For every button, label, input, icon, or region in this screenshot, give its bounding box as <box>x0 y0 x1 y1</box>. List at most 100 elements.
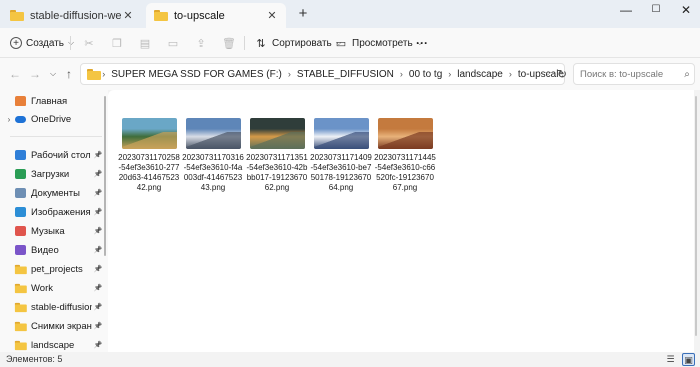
sidebar-item-документы[interactable]: Документы 📌 <box>0 184 104 202</box>
clipboard-icon: ▤ <box>139 37 151 50</box>
image-thumbnail <box>249 118 305 149</box>
sidebar-item-музыка[interactable]: Музыка 📌 <box>0 222 104 240</box>
breadcrumb-separator-icon: › <box>448 69 452 79</box>
maximize-button[interactable]: ☐ <box>642 0 670 20</box>
image-thumbnail <box>377 118 433 149</box>
close-window-button[interactable]: ✕ <box>672 0 700 20</box>
sidebar-item-work[interactable]: Work 📌 <box>0 279 104 297</box>
sidebar-item-label: landscape <box>31 339 75 351</box>
sidebar-item-onedrive[interactable]: › OneDrive <box>0 110 104 128</box>
content-scrollbar[interactable] <box>694 92 698 350</box>
desktop-icon <box>14 149 26 161</box>
file-name: 20230731171409-54ef3e3610-be750178-19123… <box>310 153 372 192</box>
breadcrumb-item[interactable]: STABLE_DIFFUSION <box>297 69 394 80</box>
sort-label: Сортировать <box>272 37 332 49</box>
folder-icon <box>87 68 102 80</box>
file-item[interactable]: 20230731170316-54ef3e3610-f4a003df-41467… <box>182 118 244 193</box>
search-placeholder: Поиск в: to-upscale <box>580 68 664 80</box>
sidebar-divider <box>10 136 102 137</box>
folder-icon <box>14 282 27 294</box>
breadcrumb-separator-icon: › <box>287 69 291 79</box>
cut-button[interactable]: ✂ <box>82 34 100 52</box>
up-arrow-icon[interactable]: ↑ <box>62 67 76 81</box>
sidebar-item-label: Главная <box>31 95 68 107</box>
breadcrumb-separator-icon: › <box>102 69 106 79</box>
video-icon <box>14 244 26 256</box>
breadcrumb-item[interactable]: SUPER MEGA SSD FOR GAMES (F:) <box>111 69 282 80</box>
sidebar-item-рабочий-стол[interactable]: Рабочий стол 📌 <box>0 146 104 164</box>
status-bar: Элементов: 5 ☰ ▣ <box>0 352 700 367</box>
share-button[interactable]: ⇪ <box>194 34 212 52</box>
scroll-thumb[interactable] <box>695 96 697 336</box>
new-tab-button[interactable]: + <box>294 6 312 24</box>
more-options-button[interactable]: ··· <box>416 34 428 52</box>
folder-icon <box>14 320 27 332</box>
view-icon: ▭ <box>335 37 347 50</box>
sidebar-item-label: Музыка <box>31 225 65 237</box>
breadcrumb-item[interactable]: landscape <box>457 69 503 80</box>
create-button[interactable]: + Создать ⌵ <box>10 34 74 52</box>
item-count: Элементов: 5 <box>6 354 63 364</box>
file-item[interactable]: 20230731171445-54ef3e3610-c66520fc-19123… <box>374 118 436 193</box>
sidebar-item-label: Изображения <box>31 206 91 218</box>
sidebar-item-видео[interactable]: Видео 📌 <box>0 241 104 259</box>
sidebar-item-label: stable-diffusion-w... <box>31 301 92 313</box>
chevron-down-icon: ⌵ <box>68 38 75 47</box>
sidebar-scrollbar[interactable] <box>103 92 107 350</box>
sort-icon: ⇅ <box>256 37 266 50</box>
image-thumbnail <box>313 118 369 149</box>
scroll-thumb[interactable] <box>104 96 106 256</box>
tab-strip: stable-diffusion-webui-xl ✕ to-upscale ✕… <box>0 0 700 28</box>
address-history-chevron-icon[interactable]: ⌵ <box>545 68 551 78</box>
sort-button[interactable]: ⇅ Сортировать ⌵ <box>254 34 341 52</box>
view-label: Просмотреть <box>352 37 413 49</box>
recent-chevron-icon[interactable]: ⌵ <box>46 67 60 81</box>
create-label: Создать <box>26 37 65 49</box>
paste-button[interactable]: ▤ <box>138 34 156 52</box>
back-arrow-icon[interactable]: ← <box>8 67 22 81</box>
refresh-icon[interactable]: ↻ <box>557 67 567 81</box>
details-view-icon[interactable]: ☰ <box>664 353 677 366</box>
minimize-button[interactable]: — <box>612 0 640 20</box>
cloud-icon <box>14 113 26 125</box>
expand-chevron-icon[interactable]: › <box>4 115 14 124</box>
tab-label: stable-diffusion-webui-xl <box>30 9 122 22</box>
folder-icon <box>14 339 27 351</box>
home-icon <box>14 95 26 107</box>
large-icons-view-icon[interactable]: ▣ <box>682 353 695 366</box>
tab-stable-diffusion-webui-xl[interactable]: stable-diffusion-webui-xl ✕ <box>2 3 142 28</box>
navigation-pane: Главная › OneDrive Рабочий стол 📌 Загрузки… <box>0 90 108 352</box>
documents-icon <box>14 187 26 199</box>
folder-icon <box>154 10 168 21</box>
search-box[interactable]: Поиск в: to-upscale ⌕ <box>573 63 695 85</box>
toolbar-divider <box>70 36 71 50</box>
scissors-icon: ✂ <box>84 37 94 50</box>
folder-icon <box>14 301 27 313</box>
view-button[interactable]: ▭ Просмотреть ⌵ <box>334 34 423 52</box>
file-item[interactable]: 20230731171409-54ef3e3610-be750178-19123… <box>310 118 372 193</box>
sidebar-item-home[interactable]: Главная <box>0 92 104 110</box>
file-name: 20230731170316-54ef3e3610-f4a003df-41467… <box>182 153 244 192</box>
sidebar-item-pet-projects[interactable]: pet_projects 📌 <box>0 260 104 278</box>
address-bar[interactable]: › SUPER MEGA SSD FOR GAMES (F:) › STABLE… <box>80 63 565 85</box>
tab-close-icon[interactable]: ✕ <box>266 9 278 22</box>
rename-button[interactable]: ▭ <box>166 34 184 52</box>
trash-icon: 🗑 <box>222 37 236 50</box>
sidebar-item-label: Видео <box>31 244 59 256</box>
delete-button[interactable]: 🗑 <box>222 34 240 52</box>
forward-arrow-icon[interactable]: → <box>28 67 42 81</box>
file-item[interactable]: 20230731171351-54ef3e3610-42bbb017-19123… <box>246 118 308 193</box>
file-name: 20230731170258-54ef3e3610-27720d63-41467… <box>118 153 180 192</box>
rename-icon: ▭ <box>167 37 179 50</box>
downloads-icon <box>14 168 26 180</box>
copy-button[interactable]: ❐ <box>110 34 128 52</box>
breadcrumb-item[interactable]: 00 to tg <box>409 69 442 80</box>
file-item[interactable]: 20230731170258-54ef3e3610-27720d63-41467… <box>118 118 180 193</box>
sidebar-item-изображения[interactable]: Изображения 📌 <box>0 203 104 221</box>
sidebar-item-stable-diffusion-w[interactable]: stable-diffusion-w...📌 <box>0 298 104 316</box>
sidebar-item-загрузки[interactable]: Загрузки 📌 <box>0 165 104 183</box>
tab-to-upscale[interactable]: to-upscale ✕ <box>146 3 286 28</box>
sidebar-item-снимки-экрана[interactable]: Снимки экрана 📌 <box>0 317 104 335</box>
tab-close-icon[interactable]: ✕ <box>122 9 134 22</box>
plus-circle-icon: + <box>10 37 22 49</box>
